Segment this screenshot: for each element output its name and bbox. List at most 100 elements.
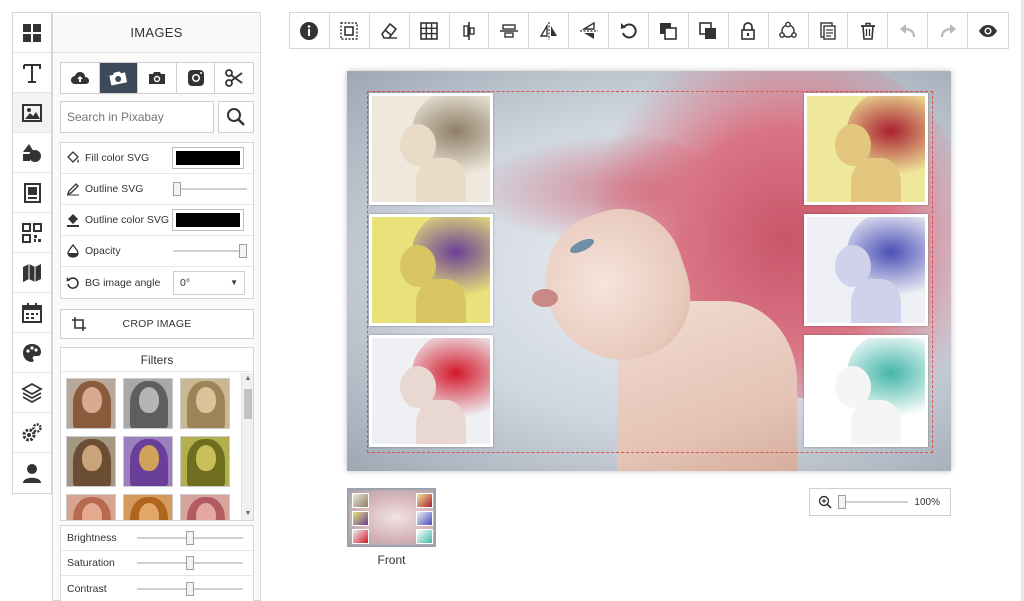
thumbnail-mini-photo [416, 529, 433, 544]
grid-button[interactable] [410, 13, 450, 48]
duplicate-button[interactable] [809, 13, 849, 48]
fill-drip-icon [67, 214, 79, 227]
outline-slider-thumb[interactable] [173, 182, 181, 196]
zoom-slider-thumb[interactable] [838, 495, 846, 509]
pixabay-camera-icon [109, 71, 128, 86]
calendar-icon [22, 302, 42, 323]
zoom-in-icon[interactable] [818, 495, 832, 509]
rail-layers-button[interactable] [13, 373, 51, 413]
settings-icon [22, 422, 42, 441]
brightness-slider[interactable] [137, 531, 243, 545]
redo-icon [940, 23, 956, 37]
eraser-button[interactable] [370, 13, 410, 48]
align-horizontal-button[interactable] [489, 13, 530, 48]
tab-instagram[interactable] [176, 63, 216, 93]
rail-qrcode-button[interactable] [13, 213, 51, 253]
outline-color-swatch[interactable] [172, 209, 244, 231]
delete-button[interactable] [848, 13, 889, 48]
filter-thumb-original[interactable] [66, 378, 116, 429]
zoom-slider[interactable] [838, 495, 908, 509]
flip-vertical-icon [579, 21, 598, 39]
contrast-slider[interactable] [137, 581, 243, 596]
collage-photo-blue[interactable] [804, 214, 928, 326]
tab-cutout[interactable] [215, 63, 253, 93]
filter-thumb-rose[interactable] [180, 494, 230, 520]
upload-cloud-icon [70, 72, 89, 84]
tab-pixabay[interactable] [99, 63, 139, 93]
collage-photo-teal[interactable] [804, 335, 928, 447]
rail-account-button[interactable] [13, 453, 51, 493]
images-panel: IMAGES Fill color SVG [52, 12, 261, 601]
rail-photobook-button[interactable] [13, 173, 51, 213]
redo-button[interactable] [928, 13, 969, 48]
map-icon [23, 263, 41, 282]
tab-upload[interactable] [61, 63, 100, 93]
filter-thumb-orange[interactable] [123, 494, 173, 520]
filter-preview-face [82, 445, 102, 471]
rail-shapes-button[interactable] [13, 133, 51, 173]
opacity-slider[interactable] [173, 244, 247, 258]
contrast-slider-thumb[interactable] [186, 581, 194, 596]
filter-thumb-olive[interactable] [180, 436, 230, 487]
search-button[interactable] [218, 101, 254, 133]
collage-photo-head [835, 366, 871, 408]
info-button[interactable] [290, 13, 330, 48]
collage-photo-head [400, 366, 436, 408]
preview-button[interactable] [968, 13, 1008, 48]
rotate-button[interactable] [609, 13, 650, 48]
instagram-icon [187, 70, 204, 86]
filters-title: Filters [61, 348, 253, 372]
paint-bucket-icon [67, 151, 79, 163]
saturation-slider-thumb[interactable] [186, 556, 194, 570]
bg-angle-select[interactable]: 0° ▼ [173, 270, 245, 295]
tab-camera[interactable] [138, 63, 177, 93]
collage-photo-red[interactable] [369, 335, 493, 447]
group-button[interactable] [769, 13, 809, 48]
image-source-tabs [60, 62, 254, 94]
brightness-slider-thumb[interactable] [186, 531, 194, 545]
filters-scrollbar[interactable]: ▲ ▼ [241, 373, 253, 520]
delete-icon [860, 22, 875, 40]
rail-settings-button[interactable] [13, 413, 51, 453]
saturation-slider[interactable] [137, 556, 243, 570]
select-all-button[interactable] [330, 13, 370, 48]
fill-color-swatch[interactable] [172, 147, 244, 169]
send-backward-button[interactable] [689, 13, 729, 48]
editor-toolbar [289, 12, 1009, 49]
crop-image-button[interactable]: CROP IMAGE [60, 309, 254, 339]
filter-preview-face [196, 387, 216, 413]
collage-photo-red-yellow[interactable] [804, 93, 928, 205]
rail-palette-button[interactable] [13, 333, 51, 373]
filter-thumb-warm[interactable] [66, 436, 116, 487]
send-backward-icon [699, 21, 717, 39]
collage-photo-yellow-purple[interactable] [369, 214, 493, 326]
rail-templates-button[interactable] [13, 13, 51, 53]
undo-icon [899, 23, 915, 37]
pixabay-search-input[interactable] [60, 101, 214, 133]
lock-button[interactable] [729, 13, 769, 48]
pixabay-search [60, 101, 254, 133]
filter-thumb-sepia[interactable] [180, 378, 230, 429]
rail-map-button[interactable] [13, 253, 51, 293]
outline-slider[interactable] [173, 182, 247, 196]
flip-vertical-button[interactable] [569, 13, 610, 48]
rail-calendar-button[interactable] [13, 293, 51, 333]
scroll-down-icon[interactable]: ▼ [242, 508, 253, 520]
rail-text-button[interactable] [13, 53, 51, 93]
rail-images-button[interactable] [13, 93, 51, 133]
align-vertical-button[interactable] [450, 13, 490, 48]
opacity-slider-thumb[interactable] [239, 244, 247, 258]
undo-button[interactable] [888, 13, 929, 48]
collage-photo-sepia[interactable] [369, 93, 493, 205]
scroll-up-icon[interactable]: ▲ [242, 373, 253, 385]
design-canvas[interactable] [347, 71, 951, 471]
scrollbar-thumb[interactable] [244, 389, 252, 419]
flip-horizontal-button[interactable] [529, 13, 570, 48]
duplicate-icon [820, 21, 836, 40]
filter-thumb-purple[interactable] [123, 436, 173, 487]
chevron-down-icon: ▼ [230, 278, 238, 287]
page-thumbnail-front[interactable] [347, 488, 436, 547]
filter-thumb-peach[interactable] [66, 494, 116, 520]
bring-forward-button[interactable] [649, 13, 689, 48]
filter-thumb-grayscale[interactable] [123, 378, 173, 429]
